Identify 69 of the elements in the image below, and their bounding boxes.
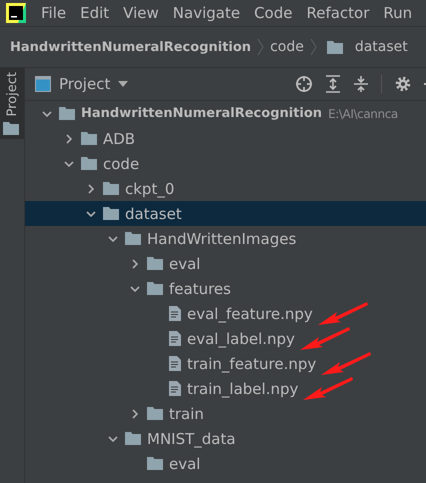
tree-row[interactable]: train_label.npy xyxy=(25,376,426,401)
folder-icon xyxy=(81,132,97,145)
tree-row[interactable]: features xyxy=(25,276,426,301)
tree-item-label: eval_label.npy xyxy=(187,330,295,348)
collapse-all-icon[interactable] xyxy=(353,75,369,93)
tree-item-label: code xyxy=(103,154,140,172)
tree-row[interactable]: ckpt_0 xyxy=(25,176,426,201)
tree-row[interactable]: ADB xyxy=(25,126,426,151)
file-icon xyxy=(169,381,181,396)
tree-item-label: eval xyxy=(169,254,200,272)
tree-row[interactable]: train_feature.npy xyxy=(25,351,426,376)
folder-icon xyxy=(81,157,97,170)
breadcrumb-separator-icon xyxy=(257,38,264,56)
menu-item[interactable]: Code xyxy=(247,4,300,22)
tree-item-label: train_feature.npy xyxy=(187,354,316,372)
folder-icon xyxy=(326,40,343,54)
tree-item-label: features xyxy=(169,280,231,298)
tree-row[interactable]: HandWrittenImages xyxy=(25,226,426,251)
breadcrumb-separator-icon xyxy=(310,38,317,56)
folder-icon xyxy=(147,407,163,420)
breadcrumb-item[interactable]: HandwrittenNumeralRecognition xyxy=(10,40,252,54)
file-icon xyxy=(169,306,181,321)
menu-item[interactable]: Navigate xyxy=(166,4,248,22)
menu-item[interactable]: Edit xyxy=(73,4,116,22)
tree-row[interactable]: MNIST_data xyxy=(25,426,426,451)
expand-all-icon[interactable] xyxy=(325,75,341,93)
file-icon xyxy=(169,331,181,346)
folder-icon xyxy=(103,207,119,220)
tree-item-label: eval_feature.npy xyxy=(187,304,313,322)
breadcrumb-item[interactable]: dataset xyxy=(354,39,408,55)
menu-item[interactable]: File xyxy=(34,4,74,22)
tree-item-label: MNIST_data xyxy=(147,430,236,448)
tree-row[interactable]: code xyxy=(25,151,426,176)
panel-title[interactable]: Project xyxy=(59,75,110,93)
tree-item-label: train xyxy=(169,404,204,422)
tree-row[interactable]: eval_feature.npy xyxy=(25,301,426,326)
tree-row[interactable]: eval_label.npy xyxy=(25,326,426,351)
settings-icon[interactable] xyxy=(394,75,412,93)
breadcrumb-item[interactable]: code xyxy=(270,39,304,55)
app-logo xyxy=(6,3,26,23)
tree-row[interactable]: HandwrittenNumeralRecognition E:\AI\cannca xyxy=(25,101,426,126)
folder-icon xyxy=(103,182,119,195)
menu-item[interactable]: View xyxy=(116,4,166,22)
folder-icon xyxy=(125,432,141,445)
menu-item[interactable]: Refactor xyxy=(299,4,376,22)
tree-item-label: eval xyxy=(169,454,200,472)
tree-row[interactable]: train xyxy=(25,401,426,426)
side-tab[interactable]: Project xyxy=(0,68,24,140)
tree-row[interactable]: eval xyxy=(25,251,426,276)
folder-icon xyxy=(147,257,163,270)
tab-folder-icon xyxy=(3,122,19,136)
folder-icon xyxy=(59,107,75,120)
tree-item-label: ADB xyxy=(103,130,136,148)
file-icon xyxy=(169,356,181,371)
tree-item-label: train_label.npy xyxy=(187,380,298,398)
tree-item-label: HandWrittenImages xyxy=(147,230,296,248)
project-path: E:\AI\cannca xyxy=(328,106,398,120)
tree-row[interactable]: eval xyxy=(25,451,426,476)
menu-item[interactable]: Run xyxy=(376,4,420,22)
tree-item-label: HandwrittenNumeralRecognition xyxy=(81,106,322,121)
panel-window-icon xyxy=(35,76,51,92)
tree-row[interactable]: dataset xyxy=(25,201,426,226)
folder-icon xyxy=(147,457,163,470)
folder-icon xyxy=(147,282,163,295)
tree-item-label: ckpt_0 xyxy=(125,180,174,198)
tree-item-label: dataset xyxy=(125,204,182,222)
locate-icon[interactable] xyxy=(295,75,313,93)
folder-icon xyxy=(125,232,141,245)
dropdown-caret-icon[interactable] xyxy=(118,81,128,87)
